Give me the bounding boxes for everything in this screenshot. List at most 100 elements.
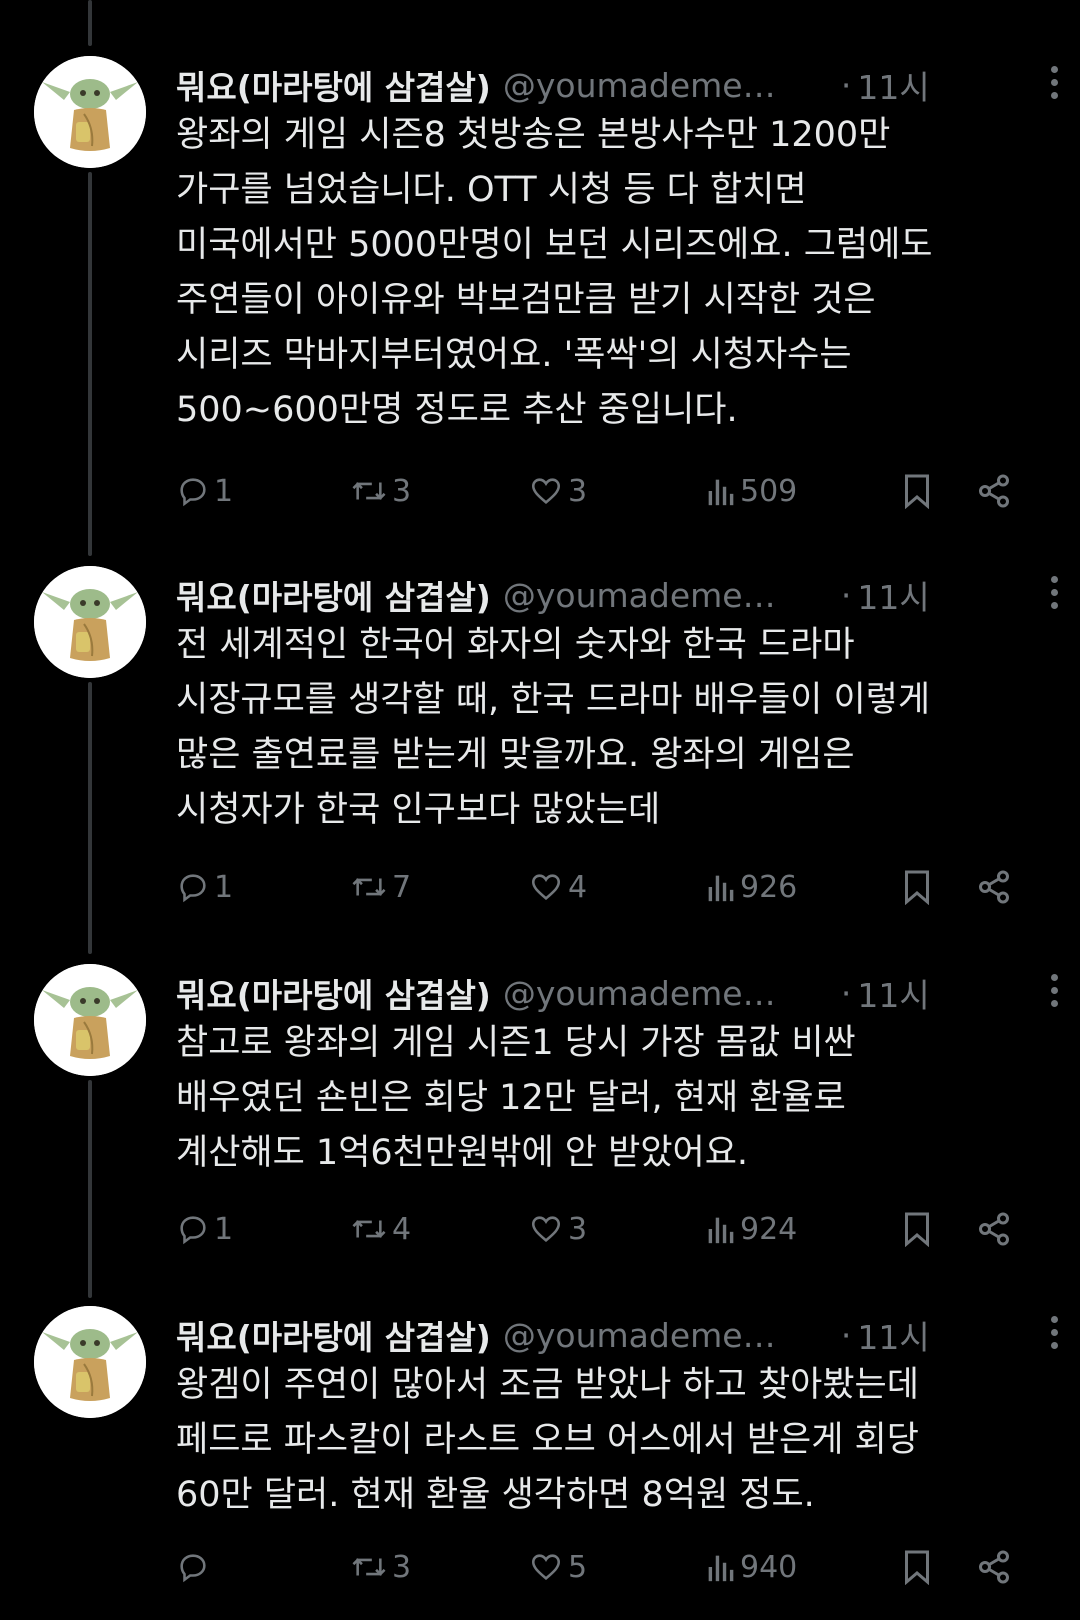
views-button[interactable]: 926 (704, 862, 797, 912)
like-icon (531, 874, 561, 900)
share-button[interactable] (976, 1542, 1012, 1592)
reply-icon (180, 874, 206, 903)
bookmark-icon (905, 474, 929, 509)
thread-line-top (88, 0, 92, 46)
avatar[interactable] (34, 56, 146, 168)
like-count: 4 (568, 869, 588, 905)
views-icon (708, 875, 734, 902)
user-handle[interactable]: @youmademe… (503, 66, 823, 105)
timestamp[interactable]: 11시 (857, 571, 929, 619)
bookmark-icon (905, 1212, 929, 1247)
reply-button[interactable]: 1 (176, 466, 233, 516)
like-icon (531, 1554, 561, 1580)
bookmark-icon (905, 1550, 929, 1585)
thread-line (88, 682, 92, 954)
tweet-header: 뭐요(마라탕에 삼겹살) @youmademe… · 11시 (176, 60, 1052, 110)
retweet-icon (352, 1220, 386, 1238)
baby-yoda-avatar-image (34, 1306, 146, 1418)
share-icon (979, 1212, 1009, 1246)
reply-button[interactable]: 1 (176, 862, 233, 912)
share-icon (979, 870, 1009, 904)
display-name[interactable]: 뭐요(마라탕에 삼겹살) (176, 969, 491, 1017)
like-button[interactable]: 4 (528, 862, 587, 912)
reply-count: 1 (214, 869, 234, 905)
like-count: 5 (568, 1549, 588, 1585)
retweet-count: 4 (392, 1211, 412, 1247)
retweet-count: 3 (392, 1549, 412, 1585)
views-button[interactable]: 940 (704, 1542, 797, 1592)
like-button[interactable]: 3 (528, 466, 587, 516)
retweet-button[interactable]: 3 (350, 466, 411, 516)
retweet-count: 7 (392, 869, 412, 905)
share-button[interactable] (976, 862, 1012, 912)
timestamp[interactable]: 11시 (857, 61, 929, 109)
tweet-header: 뭐요(마라탕에 삼겹살) @youmademe… · 11시 (176, 1310, 1052, 1360)
share-icon (979, 474, 1009, 508)
like-button[interactable]: 5 (528, 1542, 587, 1592)
retweet-button[interactable]: 7 (350, 862, 411, 912)
share-button[interactable] (976, 466, 1012, 516)
retweet-count: 3 (392, 473, 412, 509)
reply-icon (180, 1554, 206, 1583)
like-count: 3 (568, 1211, 588, 1247)
view-count: 926 (740, 869, 798, 905)
more-options-icon[interactable] (1034, 62, 1074, 102)
more-options-icon[interactable] (1034, 970, 1074, 1010)
display-name[interactable]: 뭐요(마라탕에 삼겹살) (176, 1311, 491, 1359)
more-options-icon[interactable] (1034, 572, 1074, 612)
display-name[interactable]: 뭐요(마라탕에 삼겹살) (176, 61, 491, 109)
view-count: 924 (740, 1211, 798, 1247)
reply-button[interactable] (176, 1542, 214, 1592)
baby-yoda-avatar-image (34, 566, 146, 678)
bookmark-button[interactable] (902, 1204, 932, 1254)
retweet-button[interactable]: 4 (350, 1204, 411, 1254)
share-button[interactable] (976, 1204, 1012, 1254)
reply-count: 1 (214, 1211, 234, 1247)
reply-count: 1 (214, 473, 234, 509)
views-icon (708, 1217, 734, 1244)
bookmark-button[interactable] (902, 466, 932, 516)
user-handle[interactable]: @youmademe… (503, 576, 823, 615)
views-icon (708, 1555, 734, 1582)
like-button[interactable]: 3 (528, 1204, 587, 1254)
user-handle[interactable]: @youmademe… (503, 1316, 823, 1355)
separator-dot: · (840, 1315, 852, 1355)
bookmark-icon (905, 870, 929, 905)
baby-yoda-avatar-image (34, 964, 146, 1076)
retweet-button[interactable]: 3 (350, 1542, 411, 1592)
tweet-text: 왕좌의 게임 시즌8 첫방송은 본방사수만 1200만 가구를 넘었습니다. O… (176, 115, 933, 430)
tweet-actions: 1 4 3 924 (176, 1204, 1036, 1254)
tweet-text: 왕겜이 주연이 많아서 조금 받았나 하고 찾아봤는데 페드로 파스칼이 라스트… (176, 1365, 919, 1515)
thread-line (88, 172, 92, 556)
separator-dot: · (840, 973, 852, 1013)
user-handle[interactable]: @youmademe… (503, 974, 823, 1013)
view-count: 940 (740, 1549, 798, 1585)
more-options-icon[interactable] (1034, 1312, 1074, 1352)
avatar[interactable] (34, 964, 146, 1076)
tweet-actions: 1 3 3 509 (176, 466, 1036, 516)
avatar[interactable] (34, 566, 146, 678)
views-button[interactable]: 509 (704, 466, 797, 516)
like-count: 3 (568, 473, 588, 509)
bookmark-button[interactable] (902, 1542, 932, 1592)
views-icon (708, 479, 734, 506)
separator-dot: · (840, 575, 852, 615)
retweet-icon (352, 482, 386, 500)
baby-yoda-avatar-image (34, 56, 146, 168)
avatar[interactable] (34, 1306, 146, 1418)
reply-icon (180, 478, 206, 507)
timestamp[interactable]: 11시 (857, 969, 929, 1017)
bookmark-button[interactable] (902, 862, 932, 912)
thread-line (88, 1080, 92, 1298)
tweet-header: 뭐요(마라탕에 삼겹살) @youmademe… · 11시 (176, 968, 1052, 1018)
tweet-text: 전 세계적인 한국어 화자의 숫자와 한국 드라마 시장규모를 생각할 때, 한… (176, 625, 931, 830)
views-button[interactable]: 924 (704, 1204, 797, 1254)
display-name[interactable]: 뭐요(마라탕에 삼겹살) (176, 571, 491, 619)
view-count: 509 (740, 473, 798, 509)
timestamp[interactable]: 11시 (857, 1311, 929, 1359)
tweet-header: 뭐요(마라탕에 삼겹살) @youmademe… · 11시 (176, 570, 1052, 620)
share-icon (979, 1550, 1009, 1584)
tweet-actions: 3 5 940 (176, 1542, 1036, 1592)
reply-button[interactable]: 1 (176, 1204, 233, 1254)
retweet-icon (352, 878, 386, 896)
